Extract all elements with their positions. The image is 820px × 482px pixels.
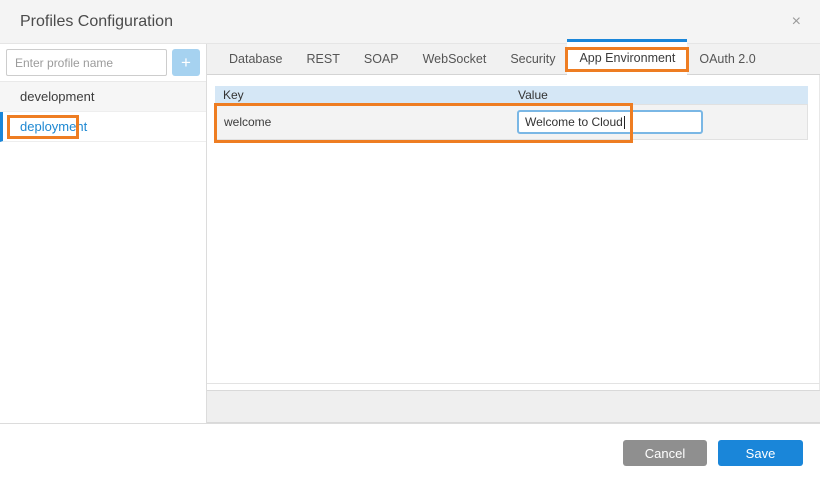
tab-rest[interactable]: REST: [295, 44, 352, 75]
dialog-body: + development deployment Database REST S…: [0, 44, 820, 423]
value-input[interactable]: Welcome to Cloud: [517, 110, 703, 134]
profile-item-label: deployment: [20, 119, 87, 134]
key-cell: welcome: [216, 115, 510, 129]
dialog-header: Profiles Configuration ×: [0, 0, 820, 44]
save-button[interactable]: Save: [718, 440, 803, 466]
profile-item-label: development: [20, 89, 94, 104]
add-profile-row: +: [0, 44, 206, 81]
column-header-value: Value: [510, 88, 808, 102]
column-header-key: Key: [215, 88, 510, 102]
profiles-configuration-dialog: Profiles Configuration × + development d…: [0, 0, 820, 482]
tab-security[interactable]: Security: [498, 44, 567, 75]
tab-oauth-2-0[interactable]: OAuth 2.0: [687, 44, 767, 75]
add-profile-button[interactable]: +: [172, 49, 200, 76]
tab-bar: Database REST SOAP WebSocket Security Ap…: [207, 44, 820, 75]
profile-name-input[interactable]: [6, 49, 167, 76]
value-input-text: Welcome to Cloud: [525, 115, 623, 129]
text-cursor: [624, 116, 625, 129]
tab-label: App Environment: [579, 51, 675, 65]
dialog-footer: Cancel Save: [0, 423, 820, 482]
profiles-sidebar: + development deployment: [0, 44, 207, 423]
env-variables-table: Key Value welcome Welcome to Cloud: [215, 86, 808, 140]
value-cell: Welcome to Cloud: [510, 110, 807, 134]
close-icon[interactable]: ×: [788, 0, 805, 43]
content-bottom-rule: [207, 383, 820, 384]
cancel-button[interactable]: Cancel: [623, 440, 707, 466]
tab-app-environment[interactable]: App Environment: [567, 39, 687, 75]
profile-item-development[interactable]: development: [0, 82, 206, 112]
tab-database[interactable]: Database: [217, 44, 295, 75]
dialog-title: Profiles Configuration: [0, 0, 820, 43]
profile-item-deployment[interactable]: deployment: [0, 112, 206, 142]
table-row: welcome Welcome to Cloud: [215, 104, 808, 140]
tab-soap[interactable]: SOAP: [352, 44, 411, 75]
profile-content: Database REST SOAP WebSocket Security Ap…: [207, 44, 820, 423]
table-header-row: Key Value: [215, 86, 808, 104]
tab-websocket[interactable]: WebSocket: [411, 44, 499, 75]
content-footer-strip: [207, 390, 820, 423]
profile-list: development deployment: [0, 81, 206, 142]
